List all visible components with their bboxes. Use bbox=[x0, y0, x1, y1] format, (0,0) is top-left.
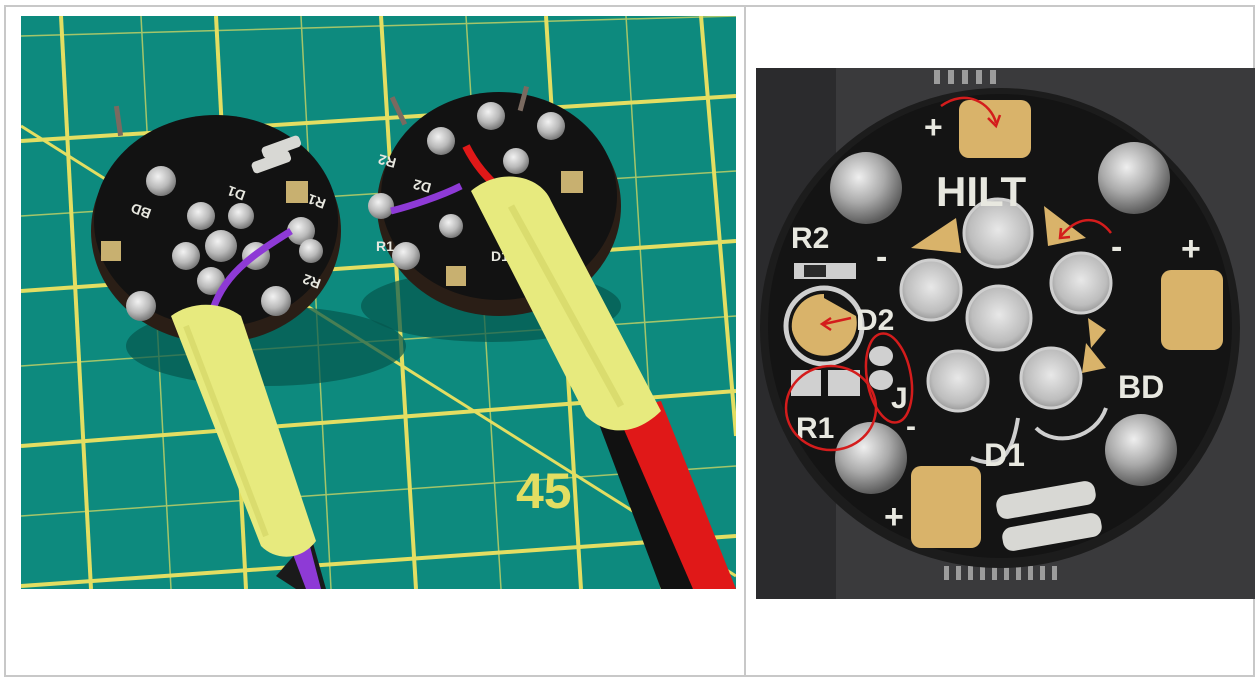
silk-d1: D1 bbox=[984, 437, 1025, 473]
hilt-pcb-closeup-photo: HILT R2 D2 J R1 BD D1 + + + - - - bbox=[756, 68, 1255, 599]
silk-r2: R2 bbox=[791, 222, 829, 255]
gold-pad-bottom bbox=[911, 466, 981, 548]
silk-r1-board2: R1 bbox=[376, 238, 394, 254]
silk-hilt-title: HILT bbox=[936, 168, 1027, 215]
silk-d2: D2 bbox=[856, 304, 894, 337]
hilt-pcb-illustration: HILT R2 D2 J R1 BD D1 + + + - - - bbox=[756, 68, 1255, 599]
pcb-pair-photo: 45 D1 BD R1 R2 R2 D2 R1 D1 bbox=[21, 16, 736, 589]
pcb-pair-illustration: 45 D1 BD R1 R2 R2 D2 R1 D1 bbox=[21, 16, 736, 589]
mat-number-label: 45 bbox=[516, 463, 572, 519]
silk-plus-top: + bbox=[924, 109, 943, 145]
silk-minus-right: - bbox=[1111, 228, 1122, 266]
silk-bd: BD bbox=[1118, 369, 1164, 405]
silk-minus-left: - bbox=[876, 238, 887, 276]
gold-pad-right bbox=[1161, 270, 1223, 350]
gold-pad-top bbox=[959, 100, 1031, 158]
silk-plus-bottom: + bbox=[884, 498, 904, 536]
silk-plus-right: + bbox=[1181, 230, 1201, 268]
